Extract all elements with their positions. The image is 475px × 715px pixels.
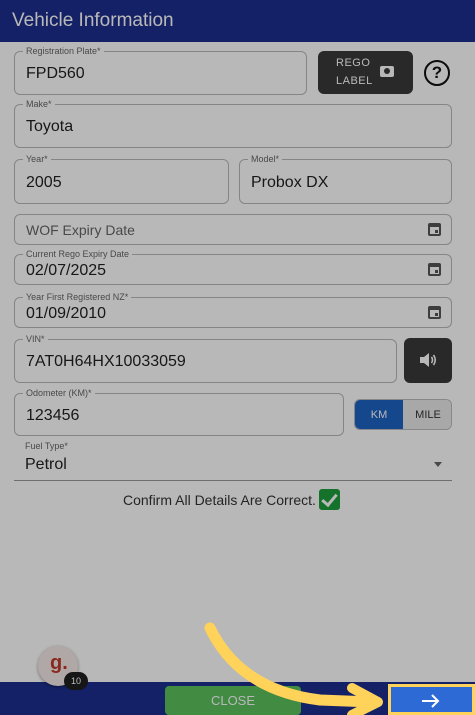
registration-plate-field[interactable]: Registration Plate* FPD560 [14, 45, 307, 95]
speaker-icon [420, 353, 437, 367]
wof-expiry-placeholder: WOF Expiry Date [26, 222, 135, 238]
rego-label-line2: LABEL [336, 75, 373, 87]
unit-km-option[interactable]: KM [355, 400, 403, 429]
camera-icon [380, 66, 394, 77]
rego-label-line1: REGO [336, 57, 371, 69]
read-vin-button[interactable] [404, 338, 452, 383]
rego-label-scan-button[interactable]: REGO LABEL [318, 51, 413, 94]
registration-plate-value: FPD560 [26, 65, 85, 82]
rego-expiry-label: Current Rego Expiry Date [23, 248, 133, 260]
make-value: Toyota [26, 118, 74, 135]
year-label: Year* [23, 153, 51, 165]
odometer-value: 123456 [26, 407, 80, 424]
unit-mile-option[interactable]: MILE [403, 400, 451, 429]
unit-toggle: KM MILE [354, 399, 452, 430]
year-first-registered-field[interactable]: Year First Registered NZ* 01/09/2010 [14, 291, 452, 328]
odometer-label: Odometer (KM)* [23, 387, 95, 399]
vin-field[interactable]: VIN* 7AT0H64HX10033059 [14, 333, 397, 383]
year-value: 2005 [26, 174, 62, 191]
calendar-icon[interactable] [428, 263, 441, 276]
model-field[interactable]: Model* Probox DX [239, 153, 452, 204]
next-button[interactable] [388, 684, 475, 715]
make-field[interactable]: Make* Toyota [14, 98, 452, 148]
help-icon[interactable]: ? [424, 60, 450, 86]
rego-expiry-field[interactable]: Current Rego Expiry Date 02/07/2025 [14, 248, 452, 285]
year-field[interactable]: Year* 2005 [14, 153, 229, 204]
model-value: Probox DX [251, 174, 329, 191]
logo-glyph: g. [50, 652, 68, 674]
fuel-type-value: Petrol [25, 456, 67, 473]
wof-expiry-field[interactable]: WOF Expiry Date [14, 214, 452, 245]
calendar-icon[interactable] [428, 306, 441, 319]
page-title: Vehicle Information [12, 10, 174, 31]
make-label: Make* [23, 98, 55, 110]
vin-label: VIN* [23, 333, 48, 345]
notification-badge: 10 [64, 672, 88, 690]
confirm-text: Confirm All Details Are Correct. [123, 492, 316, 508]
app-header: Vehicle Information [0, 0, 475, 42]
model-label: Model* [248, 153, 283, 165]
registration-plate-label: Registration Plate* [23, 45, 104, 57]
arrow-right-icon [422, 694, 440, 708]
rego-expiry-value: 02/07/2025 [26, 262, 107, 279]
fuel-type-select[interactable]: Fuel Type* Petrol [14, 441, 452, 481]
fuel-type-label: Fuel Type* [22, 441, 71, 451]
year-first-registered-label: Year First Registered NZ* [23, 291, 132, 303]
confirm-checkbox[interactable] [319, 489, 340, 510]
odometer-field[interactable]: Odometer (KM)* 123456 [14, 387, 344, 436]
year-first-registered-value: 01/09/2010 [26, 305, 107, 322]
chevron-down-icon [434, 462, 442, 467]
calendar-icon[interactable] [428, 223, 441, 236]
vin-value: 7AT0H64HX10033059 [26, 353, 186, 370]
close-button[interactable]: CLOSE [165, 686, 301, 715]
